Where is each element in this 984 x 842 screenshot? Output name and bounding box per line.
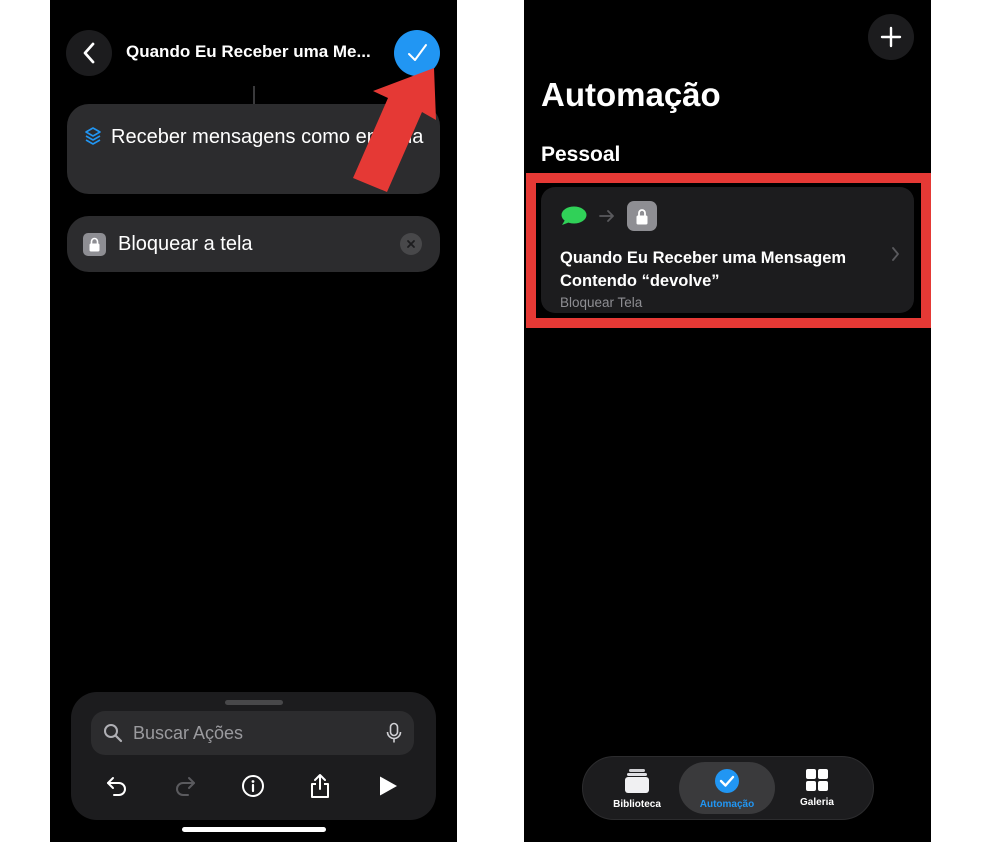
chevron-left-icon <box>83 42 95 64</box>
lock-icon <box>83 232 106 256</box>
action-lock-screen[interactable]: Bloquear a tela <box>67 216 440 272</box>
section-title: Pessoal <box>541 143 621 166</box>
tab-bar: Biblioteca Automação Galeria <box>582 756 874 820</box>
editor-toolbar <box>91 768 414 804</box>
info-icon <box>241 775 264 797</box>
close-icon <box>407 240 415 248</box>
play-icon <box>380 776 397 796</box>
shortcut-editor-screen: Quando Eu Receber uma Me... Receber mens… <box>50 0 457 842</box>
tab-automacao[interactable]: Automação <box>679 762 775 814</box>
plus-icon <box>880 26 902 48</box>
home-indicator <box>182 827 326 832</box>
automation-icon <box>715 769 739 793</box>
library-icon <box>625 769 649 793</box>
remove-action-button[interactable] <box>400 233 422 255</box>
share-icon <box>311 774 330 798</box>
search-placeholder: Buscar Ações <box>133 722 244 743</box>
action-label: Bloquear a tela <box>118 232 253 255</box>
back-button[interactable] <box>66 30 112 76</box>
add-automation-button[interactable] <box>868 14 914 60</box>
tab-label: Galeria <box>800 797 834 808</box>
annotation-highlight-box <box>526 173 931 328</box>
share-button[interactable] <box>302 768 338 804</box>
tab-biblioteca[interactable]: Biblioteca <box>589 762 685 814</box>
actions-bottom-sheet: Buscar Ações <box>71 692 436 820</box>
redo-icon <box>175 777 195 796</box>
tab-label: Automação <box>699 799 755 810</box>
nav-title: Quando Eu Receber uma Me... <box>126 42 371 61</box>
microphone-icon[interactable] <box>386 722 402 744</box>
annotation-arrow <box>353 68 436 192</box>
shortcut-stack-icon <box>83 123 103 157</box>
sheet-grabber[interactable] <box>225 700 283 705</box>
search-icon <box>104 724 123 743</box>
automation-list-screen: Automação Pessoal Quando Eu Receber uma … <box>524 0 931 842</box>
page-title: Automação <box>541 76 721 113</box>
tab-galeria[interactable]: Galeria <box>769 762 865 814</box>
redo-button[interactable] <box>167 768 203 804</box>
tab-label: Biblioteca <box>613 799 661 810</box>
undo-icon <box>107 777 126 796</box>
search-actions-input[interactable]: Buscar Ações <box>91 711 414 755</box>
undo-button[interactable] <box>99 768 135 804</box>
gallery-grid-icon <box>806 769 828 791</box>
run-button[interactable] <box>370 768 406 804</box>
checkmark-icon <box>408 44 427 61</box>
action-connector-line <box>253 86 255 104</box>
info-button[interactable] <box>235 768 271 804</box>
